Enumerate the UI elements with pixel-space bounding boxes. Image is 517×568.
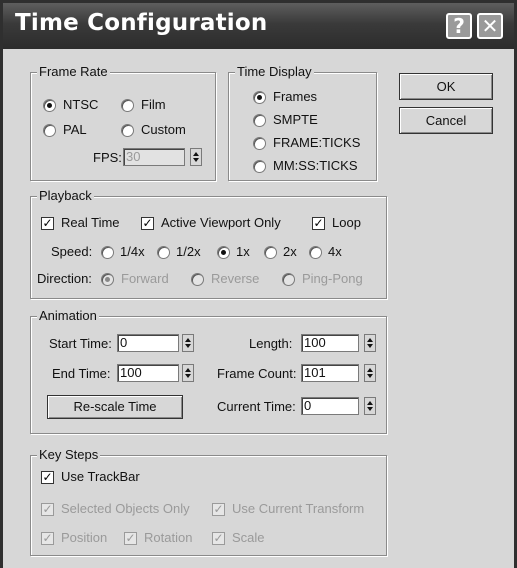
frame-ticks-radio[interactable]: [253, 137, 266, 150]
ok-button[interactable]: OK: [399, 73, 493, 100]
frame-rate-legend: Frame Rate: [37, 64, 110, 79]
use-current-transform-label: Use Current Transform: [232, 501, 365, 516]
active-viewport-only-label: Active Viewport Only: [161, 215, 281, 230]
length-label: Length:: [249, 336, 293, 351]
custom-radio[interactable]: [121, 124, 134, 137]
real-time-checkbox[interactable]: ✓: [41, 217, 54, 230]
use-trackbar-label: Use TrackBar: [61, 469, 140, 484]
current-time-label: Current Time:: [217, 399, 296, 414]
rotation-label: Rotation: [144, 530, 193, 545]
length-field[interactable]: 100: [301, 334, 359, 352]
frame-rate-group: Frame Rate NTSC Film PAL Custom FPS: 30: [30, 64, 216, 181]
speed-label: Speed:: [51, 244, 93, 259]
current-time-field[interactable]: 0: [301, 397, 359, 415]
close-button[interactable]: ✕: [477, 13, 503, 39]
speed-4x-label: 4x: [328, 244, 342, 259]
animation-group: Animation Start Time: 0 End Time: 100 Re…: [30, 308, 387, 434]
current-time-spinner[interactable]: [364, 397, 376, 415]
custom-label: Custom: [141, 122, 186, 137]
frame-count-spinner[interactable]: [364, 364, 376, 382]
reverse-label: Reverse: [211, 271, 260, 286]
smpte-label: SMPTE: [273, 112, 318, 127]
start-time-spinner[interactable]: [182, 334, 194, 352]
film-radio[interactable]: [121, 99, 134, 112]
cancel-button[interactable]: Cancel: [399, 107, 493, 134]
time-display-group: Time Display Frames SMPTE FRAME:TICKS MM…: [228, 64, 377, 181]
help-button[interactable]: ?: [446, 13, 472, 39]
speed-half-radio[interactable]: [157, 246, 170, 259]
mm-ss-ticks-label: MM:SS:TICKS: [273, 158, 358, 173]
loop-label: Loop: [332, 215, 361, 230]
pal-radio[interactable]: [43, 124, 56, 137]
start-time-label: Start Time:: [49, 336, 112, 351]
forward-label: Forward: [121, 271, 169, 286]
pal-label: PAL: [63, 122, 87, 137]
start-time-field[interactable]: 0: [117, 334, 179, 352]
animation-legend: Animation: [37, 308, 99, 323]
fps-field[interactable]: 30: [123, 148, 185, 166]
end-time-label: End Time:: [52, 366, 111, 381]
key-steps-legend: Key Steps: [37, 447, 101, 462]
selected-objects-only-label: Selected Objects Only: [61, 501, 190, 516]
fps-label: FPS:: [93, 150, 122, 165]
dialog-title: Time Configuration: [15, 10, 268, 36]
frame-count-label: Frame Count:: [217, 366, 297, 381]
frames-label: Frames: [273, 89, 318, 104]
smpte-radio[interactable]: [253, 114, 266, 127]
use-current-transform-checkbox[interactable]: ✓: [212, 503, 225, 516]
playback-legend: Playback: [37, 188, 94, 203]
use-trackbar-checkbox[interactable]: ✓: [41, 471, 54, 484]
selected-objects-only-checkbox[interactable]: ✓: [41, 503, 54, 516]
speed-4x-radio[interactable]: [309, 246, 322, 259]
loop-checkbox[interactable]: ✓: [312, 217, 325, 230]
ping-pong-label: Ping-Pong: [302, 271, 363, 286]
speed-half-label: 1/2x: [176, 244, 201, 259]
length-spinner[interactable]: [364, 334, 376, 352]
real-time-label: Real Time: [61, 215, 120, 230]
end-time-field[interactable]: 100: [117, 364, 179, 382]
position-label: Position: [61, 530, 108, 545]
ping-pong-radio[interactable]: [282, 273, 295, 286]
reverse-radio[interactable]: [191, 273, 204, 286]
speed-2x-label: 2x: [283, 244, 297, 259]
end-time-spinner[interactable]: [182, 364, 194, 382]
direction-label: Direction:: [37, 271, 92, 286]
frame-ticks-label: FRAME:TICKS: [273, 135, 361, 150]
fps-spinner[interactable]: [190, 148, 202, 166]
mm-ss-ticks-radio[interactable]: [253, 160, 266, 173]
speed-2x-radio[interactable]: [264, 246, 277, 259]
speed-quarter-radio[interactable]: [101, 246, 114, 259]
ntsc-radio[interactable]: [43, 99, 56, 112]
frames-radio[interactable]: [253, 91, 266, 104]
playback-group: Playback ✓ Real Time ✓ Active Viewport O…: [30, 188, 387, 299]
scale-label: Scale: [232, 530, 265, 545]
speed-1x-label: 1x: [236, 244, 250, 259]
speed-quarter-label: 1/4x: [120, 244, 145, 259]
time-configuration-dialog: Time Configuration ? ✕ Frame Rate NTSC F…: [0, 0, 517, 568]
position-checkbox[interactable]: ✓: [41, 532, 54, 545]
ntsc-label: NTSC: [63, 97, 99, 112]
frame-count-field[interactable]: 101: [301, 364, 359, 382]
forward-radio[interactable]: [101, 273, 114, 286]
active-viewport-only-checkbox[interactable]: ✓: [141, 217, 154, 230]
rotation-checkbox[interactable]: ✓: [124, 532, 137, 545]
key-steps-group: Key Steps ✓ Use TrackBar ✓ Selected Obje…: [30, 447, 387, 556]
rescale-time-button[interactable]: Re-scale Time: [47, 395, 183, 419]
title-bar[interactable]: Time Configuration ? ✕: [3, 3, 514, 49]
film-label: Film: [141, 97, 166, 112]
speed-1x-radio[interactable]: [217, 246, 230, 259]
time-display-legend: Time Display: [235, 64, 314, 79]
scale-checkbox[interactable]: ✓: [212, 532, 225, 545]
